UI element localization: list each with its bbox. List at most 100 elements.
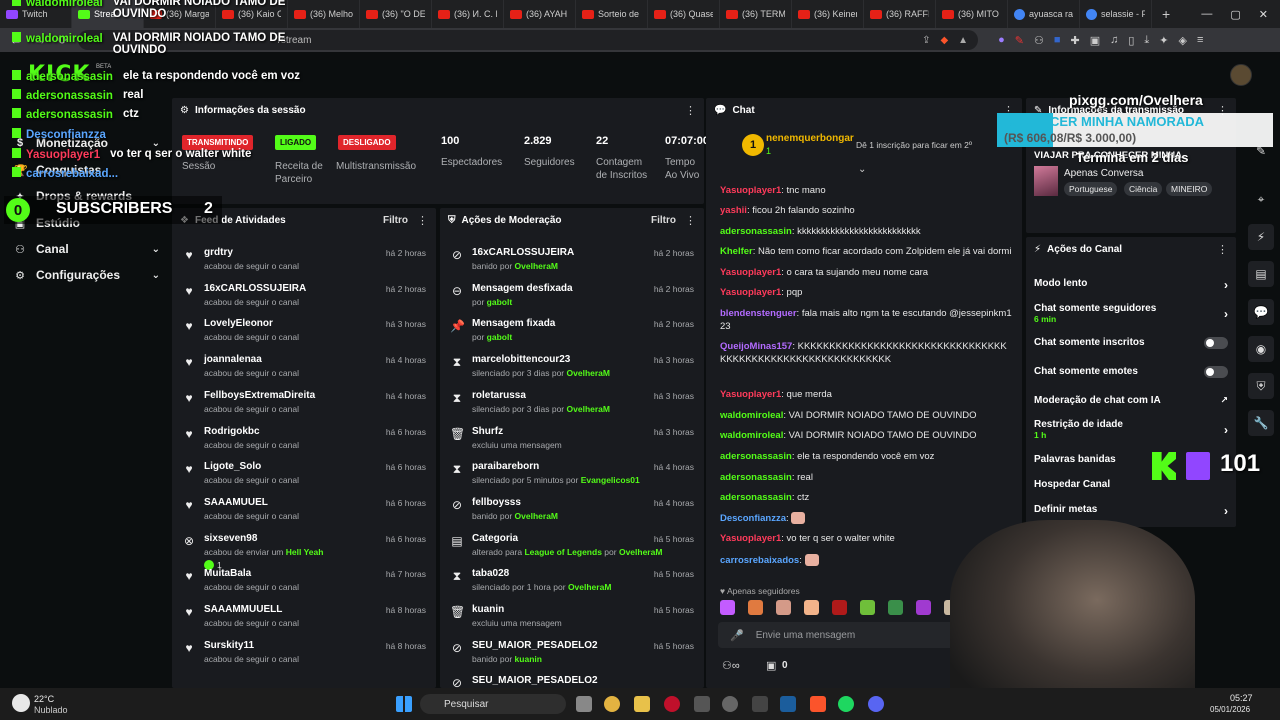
activity-row[interactable]: ♥ SAAAMUUEL acabou de seguir o canal há 6 h… — [172, 494, 436, 530]
document-icon[interactable]: ▤ — [1248, 261, 1274, 287]
browser-tab[interactable]: (36) И. С. Е — [432, 0, 504, 28]
minimize-icon[interactable]: — — [1201, 8, 1212, 21]
chat-username[interactable]: Yasuoplayer1 — [720, 185, 781, 196]
moderation-row[interactable]: ⧗ marcelobittencour23 silenciado por 3 dia… — [440, 351, 704, 387]
tag[interactable]: Portuguese — [1064, 182, 1118, 196]
moderation-row[interactable]: ⊘ SEU_MAIOR_PESADELO2 — [440, 672, 704, 688]
channel-action-item[interactable]: Restrição de idade 1 h › — [1034, 419, 1228, 440]
category-thumbnail[interactable] — [1034, 166, 1058, 196]
moderation-row[interactable]: ⊖ Mensagem desfixada por gabolt há 2 horas — [440, 280, 704, 316]
extension-icon[interactable]: ▣ — [1090, 34, 1100, 47]
emote-icon[interactable] — [916, 600, 931, 615]
chat-username[interactable]: QueijoMinas157 — [720, 341, 792, 352]
chat-message[interactable]: waldomiroleal: VAI DORMIR NOIADO TAMO DE… — [720, 409, 1012, 422]
activity-row[interactable]: ♥ grdtry acabou de seguir o canal há 2 hora… — [172, 244, 436, 280]
moderation-row[interactable]: ⧗ taba028 silenciado por 1 hora por Ovelhe… — [440, 565, 704, 601]
moderation-row[interactable]: ⊘ 16xCARLOSSUJEIRA banido por OvelheraM há … — [440, 244, 704, 280]
channel-action-item[interactable]: Moderação de chat com IA ↗ — [1034, 395, 1228, 406]
activity-username[interactable]: sixseven98 — [204, 533, 257, 544]
start-icon[interactable] — [396, 696, 412, 712]
moderation-row[interactable]: 📌 Mensagem fixada por gabolt há 2 horas — [440, 315, 704, 351]
more-options-icon[interactable]: ⋮ — [417, 214, 428, 227]
channel-action-item[interactable]: Chat somente inscritos — [1034, 337, 1228, 349]
chat-message[interactable]: adersonassasin: kkkkkkkkkkkkkkkkkkkkkkkk… — [720, 225, 1012, 238]
chat-message[interactable]: Yasuoplayer1: tnc mano — [720, 184, 1012, 197]
chat-icon[interactable]: 💬 — [1248, 299, 1274, 325]
gift-icon[interactable]: ▣ — [766, 659, 776, 672]
activity-username[interactable]: Rodrigokbc — [204, 426, 260, 437]
activity-username[interactable]: SAAAMUUEL — [204, 497, 268, 508]
toggle-switch[interactable] — [1204, 337, 1228, 349]
moderator-name[interactable]: OvelheraM — [515, 261, 558, 271]
emote-icon[interactable] — [804, 600, 819, 615]
moderation-row[interactable]: 🗑 Shurfz excluiu uma mensagem há 3 horas — [440, 423, 704, 459]
moderator-name[interactable]: gabolt — [487, 297, 513, 307]
browser-tab[interactable]: (36) TERMI — [720, 0, 792, 28]
chat-message[interactable]: blendenstenguer: fala mais alto ngm ta t… — [720, 307, 1012, 333]
share-icon[interactable]: ⇪ — [922, 35, 930, 46]
chat-message[interactable]: Khelfer: Não tem como ficar acordado com… — [720, 245, 1012, 258]
moderator-name[interactable]: League of Legends — [524, 547, 601, 557]
activity-username[interactable]: joannalenaa — [204, 354, 262, 365]
chat-username[interactable]: adersonassasin — [720, 451, 792, 462]
wrench-icon[interactable]: 🔧 — [1248, 410, 1274, 436]
filter-button[interactable]: Filtro — [383, 215, 408, 226]
chat-message[interactable]: adersonassasin: ele ta respondendo você … — [720, 450, 1012, 463]
more-options-icon[interactable]: ⋮ — [685, 214, 696, 227]
browser-tab[interactable]: (36) Quase — [648, 0, 720, 28]
channel-action-item[interactable]: Modo lento › — [1034, 278, 1228, 292]
category-name[interactable]: Apenas Conversa — [1064, 168, 1144, 179]
moderation-target[interactable]: Categoria — [472, 533, 518, 544]
download-icon[interactable]: ⤓ — [1144, 34, 1149, 47]
task-view-icon[interactable] — [576, 696, 592, 712]
sidebar-item-canal[interactable]: ⚇ Canal ⌄ — [14, 242, 160, 256]
channel-action-item[interactable]: Chat somente seguidores 6 min › — [1034, 303, 1228, 324]
emote-icon[interactable] — [720, 600, 735, 615]
activity-username[interactable]: Surskity11 — [204, 640, 254, 651]
moderation-row[interactable]: ⧗ paraibareborn silenciado por 5 minutos p… — [440, 458, 704, 494]
points-icon[interactable]: ⚇∞ — [722, 659, 740, 672]
activity-row[interactable]: ♥ Surskity11 acabou de seguir o canal há 8 … — [172, 637, 436, 673]
activity-row[interactable]: ⊗ sixseven98 acabou de enviar um Hell Yeah… — [172, 530, 436, 571]
ai-icon[interactable]: ✦ — [1159, 34, 1168, 47]
emote-icon[interactable] — [748, 600, 763, 615]
chat-message[interactable]: QueijoMinas157: KKKKKKKKKKKKKKKKKKKKKKKK… — [720, 340, 1012, 366]
moderation-target[interactable]: paraibareborn — [472, 461, 539, 472]
chat-username[interactable]: Yasuoplayer1 — [720, 267, 781, 278]
brave-icon[interactable] — [810, 696, 826, 712]
more-options-icon[interactable]: ⋮ — [685, 104, 696, 117]
moderation-target[interactable]: roletarussa — [472, 390, 526, 401]
sidebar-item-configuracoes[interactable]: ⚙ Configurações ⌄ — [14, 268, 160, 282]
extension-icon[interactable]: ● — [998, 34, 1005, 47]
activity-row[interactable]: ♥ FellboysExtremaDireita acabou de seguir … — [172, 387, 436, 423]
browser-tab[interactable]: (36) AYAH — [504, 0, 576, 28]
chrome-icon[interactable] — [604, 696, 620, 712]
activity-row[interactable]: ♥ LovelyEleonor acabou de seguir o canal há… — [172, 315, 436, 351]
microphone-icon[interactable]: 🎤 — [730, 629, 744, 642]
tag[interactable]: MINEIRO — [1166, 182, 1213, 196]
moderation-target[interactable]: kuanin — [472, 604, 504, 615]
activity-row[interactable]: ♥ 16xCARLOSSUJEIRA acabou de seguir o cana… — [172, 280, 436, 316]
toggle-switch[interactable] — [1204, 366, 1228, 378]
activity-row[interactable]: ♥ MuitaBala acabou de seguir o canal há 7 h… — [172, 565, 436, 601]
close-icon[interactable]: ✕ — [1259, 8, 1268, 21]
moderation-target[interactable]: Mensagem fixada — [472, 318, 555, 329]
activity-username[interactable]: SAAAMMUUELL — [204, 604, 282, 615]
chat-message[interactable]: adersonassasin: ctz — [720, 491, 1012, 504]
channel-action-item[interactable]: Chat somente emotes — [1034, 366, 1228, 378]
weather-icon[interactable] — [12, 694, 30, 712]
chat-message[interactable]: adersonassasin: real — [720, 471, 1012, 484]
moderator-name[interactable]: kuanin — [515, 654, 542, 664]
chat-username[interactable]: Yasuoplayer1 — [720, 287, 781, 298]
moderator-name[interactable]: OvelheraM — [567, 368, 610, 378]
chat-username[interactable]: waldomiroleal — [720, 430, 783, 441]
activity-username[interactable]: Ligote_Solo — [204, 461, 261, 472]
extension-icon[interactable]: ✎ — [1015, 34, 1024, 47]
moderation-target[interactable]: fellboysss — [472, 497, 521, 508]
browser-tab[interactable]: (36) "O DE — [360, 0, 432, 28]
moderator-name[interactable]: OvelheraM — [619, 547, 662, 557]
channel-action-item[interactable]: Definir metas › — [1034, 504, 1228, 518]
browser-tab[interactable]: Sorteio de — [576, 0, 648, 28]
activity-row[interactable]: ♥ Ligote_Solo acabou de seguir o canal há 6… — [172, 458, 436, 494]
tag[interactable]: Ciência — [1124, 182, 1163, 196]
